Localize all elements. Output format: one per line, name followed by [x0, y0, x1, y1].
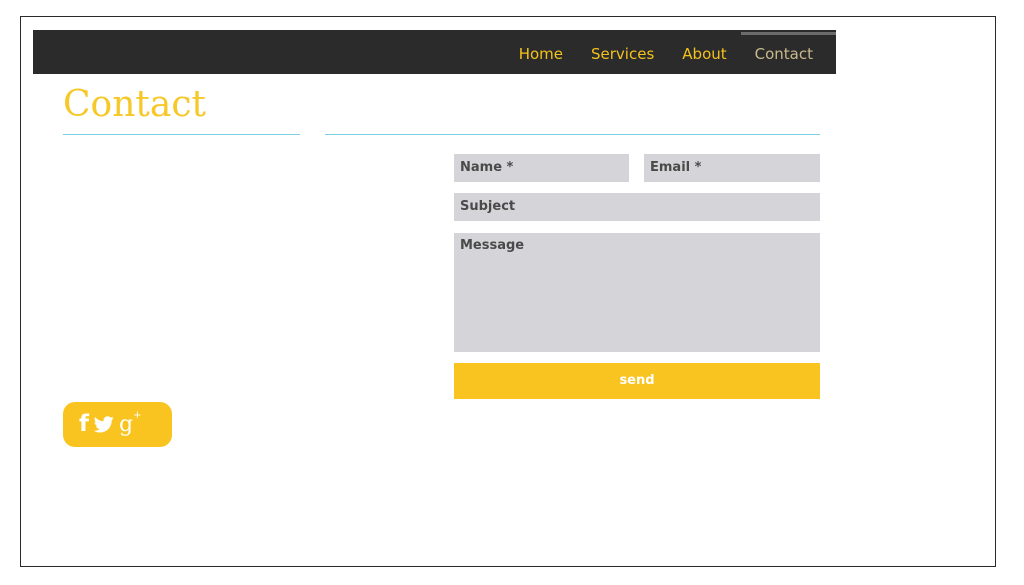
page-title: Contact	[63, 84, 206, 125]
google-plus-sign: +	[133, 410, 142, 422]
nav-item-contact[interactable]: Contact	[740, 30, 837, 74]
twitter-icon[interactable]	[94, 416, 114, 433]
email-field[interactable]: Email *	[644, 154, 820, 182]
facebook-icon[interactable]: f	[79, 413, 89, 436]
social-links: f g+	[63, 402, 172, 447]
name-field[interactable]: Name *	[454, 154, 629, 182]
nav-item-services[interactable]: Services	[577, 30, 668, 74]
subject-field[interactable]: Subject	[454, 193, 820, 221]
google-plus-letter: g	[119, 411, 134, 437]
title-divider-right	[325, 134, 820, 135]
google-plus-icon[interactable]: g+	[119, 411, 141, 437]
nav-item-about[interactable]: About	[668, 30, 740, 74]
nav-item-home[interactable]: Home	[505, 30, 577, 74]
send-button[interactable]: send	[454, 363, 820, 399]
top-navbar: Home Services About Contact	[33, 30, 837, 74]
nav-menu: Home Services About Contact	[505, 30, 837, 74]
title-divider-left	[63, 134, 300, 135]
message-textarea[interactable]: Message	[454, 233, 820, 352]
